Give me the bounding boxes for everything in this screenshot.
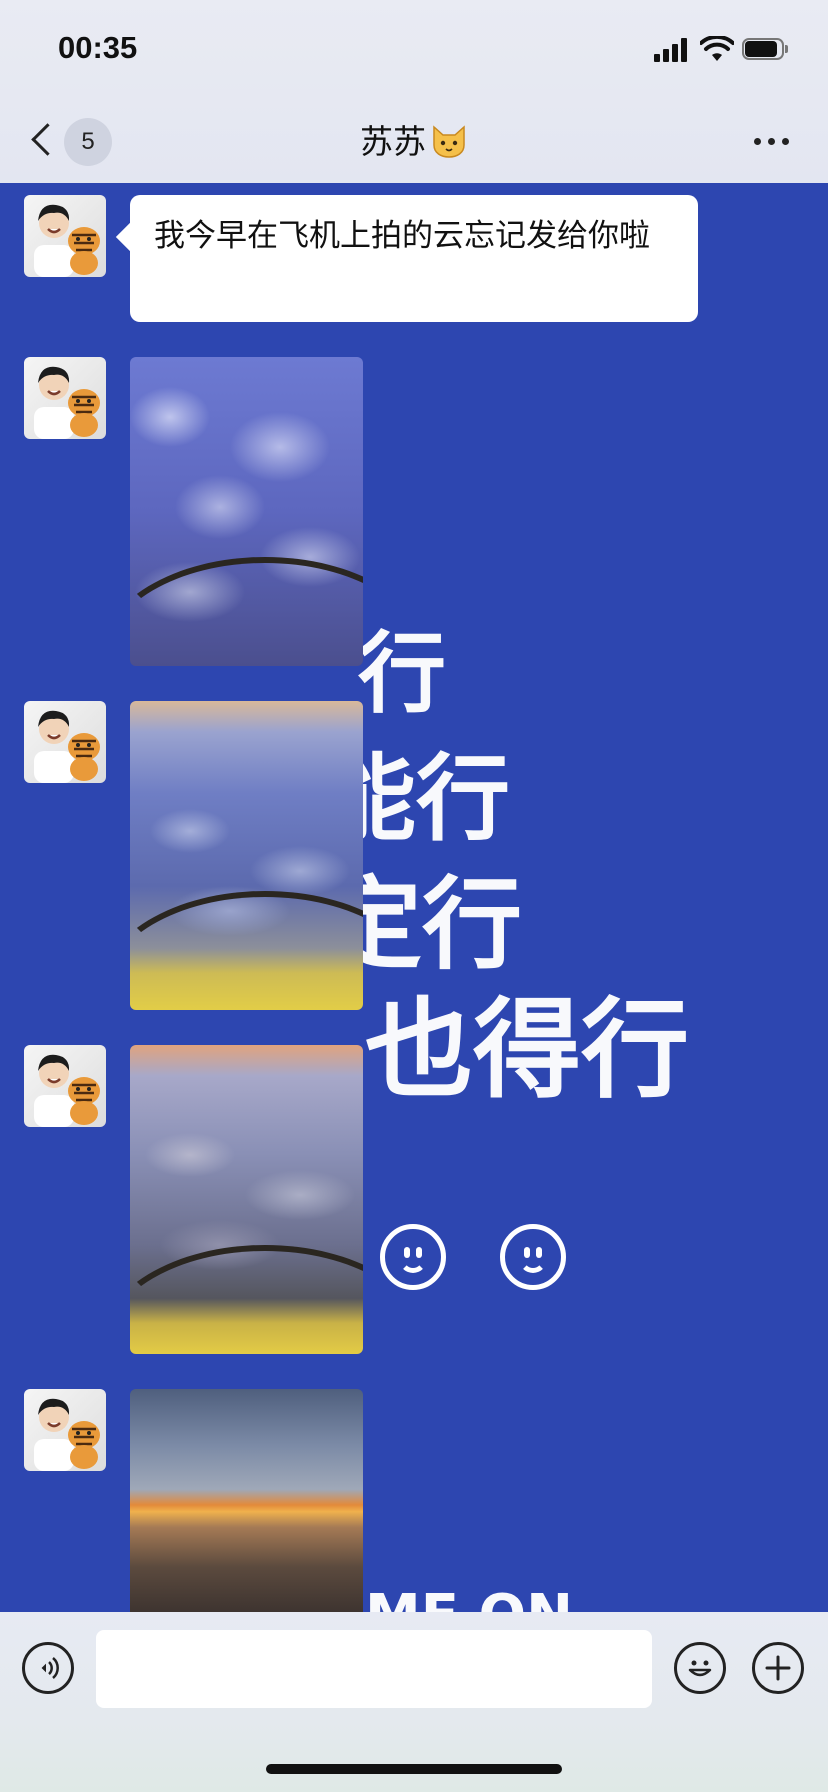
cellular-signal-icon — [654, 38, 690, 62]
smiley-icon — [380, 1224, 446, 1290]
plus-icon — [765, 1655, 791, 1681]
battery-icon — [742, 38, 790, 62]
chat-title-text: 苏苏 — [360, 122, 426, 161]
message-input[interactable] — [96, 1630, 652, 1708]
home-indicator — [266, 1764, 562, 1774]
avatar[interactable] — [24, 357, 106, 439]
avatar[interactable] — [24, 195, 106, 277]
avatar[interactable] — [24, 1045, 106, 1127]
chat-title: 苏苏 — [0, 118, 828, 166]
image-message-clouds[interactable] — [130, 357, 363, 666]
cat-face-icon — [433, 125, 465, 158]
more-button[interactable] — [748, 126, 796, 156]
image-message-clouds[interactable] — [130, 701, 363, 1010]
wifi-icon — [700, 36, 734, 61]
top-bar: 00:35 5 苏苏 — [0, 0, 828, 183]
avatar[interactable] — [24, 701, 106, 783]
image-message-sunset[interactable] — [130, 1389, 363, 1612]
smiley-icon — [500, 1224, 566, 1290]
voice-icon — [41, 1657, 59, 1679]
message-text-bubble[interactable]: 我今早在飞机上拍的云忘记发给你啦 — [130, 195, 698, 322]
message-input-bar — [0, 1612, 828, 1792]
chat-wallpaper: 行 能行 定行 也得行 ME ON — [0, 183, 828, 1612]
emoji-icon — [688, 1660, 712, 1677]
emoji-button[interactable] — [674, 1642, 726, 1694]
avatar[interactable] — [24, 1389, 106, 1471]
wallpaper-line: 行 — [358, 622, 447, 725]
image-message-clouds[interactable] — [130, 1045, 363, 1354]
status-time: 00:35 — [58, 30, 138, 65]
plus-button[interactable] — [752, 1642, 804, 1694]
voice-button[interactable] — [22, 1642, 74, 1694]
wallpaper-line: 也得行 — [365, 988, 690, 1113]
wallpaper-line: ME ON — [365, 1583, 573, 1612]
